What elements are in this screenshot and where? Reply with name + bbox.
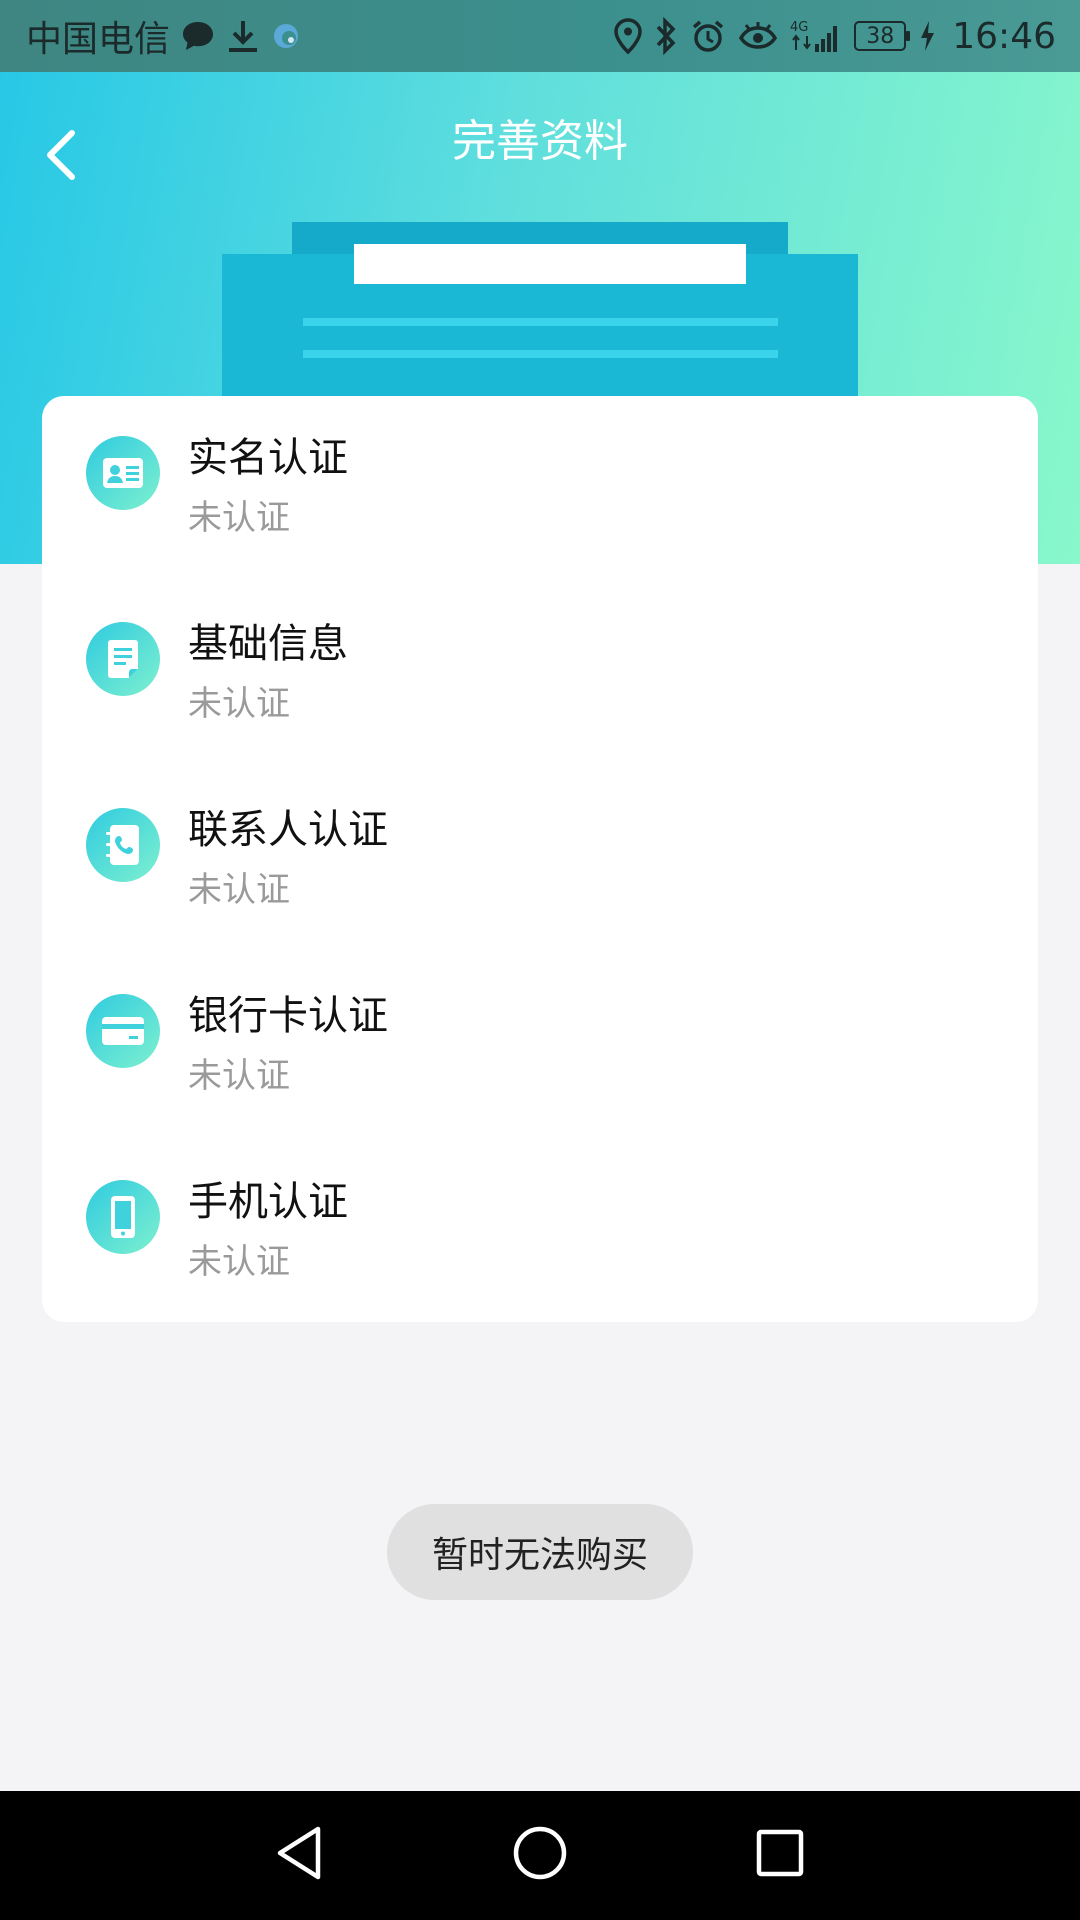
item-title: 实名认证 <box>188 435 348 481</box>
item-status: 未认证 <box>188 1242 290 1282</box>
document-icon <box>86 622 160 696</box>
list-item-phone[interactable]: 手机认证 未认证 <box>42 1140 1038 1326</box>
item-status: 未认证 <box>188 870 290 910</box>
nav-home-button[interactable] <box>500 1813 580 1893</box>
nav-back-button[interactable] <box>260 1813 340 1893</box>
verification-card: 实名认证 未认证 基础信息 未认证 联系人认证 未认证 银行卡认证 未认证 手机… <box>42 396 1038 1322</box>
item-title: 基础信息 <box>188 621 348 667</box>
location-icon <box>614 16 643 56</box>
chat-bubble-icon <box>180 16 216 56</box>
carrier-label: 中国电信 <box>26 19 171 60</box>
square-recents-icon <box>756 1829 804 1877</box>
id-card-icon <box>86 436 160 510</box>
charging-icon <box>918 16 936 56</box>
item-title: 银行卡认证 <box>188 993 388 1039</box>
battery-level: 38 <box>866 23 895 49</box>
triangle-back-icon <box>277 1826 321 1880</box>
list-item-bank-card[interactable]: 银行卡认证 未认证 <box>42 954 1038 1140</box>
toast-message: 暂时无法购买 <box>387 1504 693 1600</box>
network-type-label: 4G <box>790 20 808 35</box>
system-navigation-bar <box>0 1791 1080 1920</box>
bluetooth-icon <box>654 16 678 56</box>
circle-home-icon <box>513 1826 567 1880</box>
page-title: 完善资料 <box>452 116 628 167</box>
status-bar: 中国电信 4G 38 16:46 <box>0 0 1080 72</box>
item-status: 未认证 <box>188 684 290 724</box>
list-item-contacts[interactable]: 联系人认证 未认证 <box>42 768 1038 954</box>
nav-recents-button[interactable] <box>740 1813 820 1893</box>
eye-comfort-icon <box>738 16 778 56</box>
item-status: 未认证 <box>188 498 290 538</box>
list-item-real-name[interactable]: 实名认证 未认证 <box>42 396 1038 582</box>
signal-icon: 4G <box>790 16 842 56</box>
download-icon <box>226 16 260 56</box>
clock: 16:46 <box>952 15 1056 57</box>
mobile-phone-icon <box>86 1180 160 1254</box>
item-status: 未认证 <box>188 1056 290 1096</box>
alarm-icon <box>690 16 726 56</box>
item-title: 联系人认证 <box>188 807 388 853</box>
list-item-basic-info[interactable]: 基础信息 未认证 <box>42 582 1038 768</box>
bank-card-icon <box>86 994 160 1068</box>
contacts-phone-icon <box>86 808 160 882</box>
item-title: 手机认证 <box>188 1179 348 1225</box>
battery-icon: 38 <box>854 21 911 51</box>
browser-app-icon <box>270 16 304 56</box>
